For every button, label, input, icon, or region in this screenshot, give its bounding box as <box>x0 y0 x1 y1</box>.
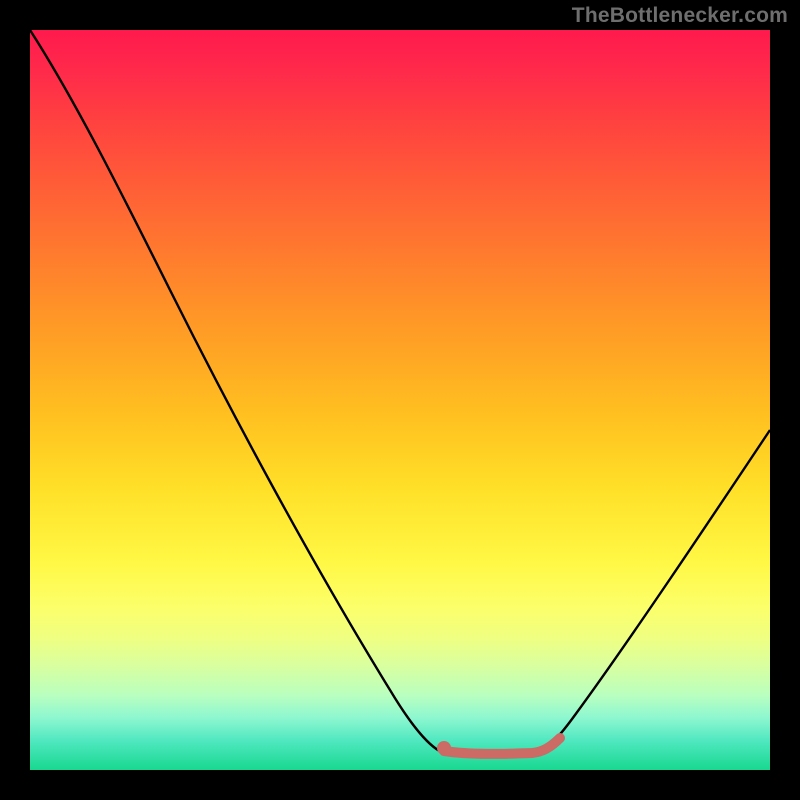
watermark-text: TheBottlenecker.com <box>572 4 788 28</box>
plot-area <box>30 30 770 770</box>
bottleneck-curve <box>30 30 770 755</box>
curve-marker <box>437 741 451 755</box>
chart-frame: TheBottlenecker.com <box>0 0 800 800</box>
flat-segment <box>444 738 560 754</box>
chart-svg <box>30 30 770 770</box>
